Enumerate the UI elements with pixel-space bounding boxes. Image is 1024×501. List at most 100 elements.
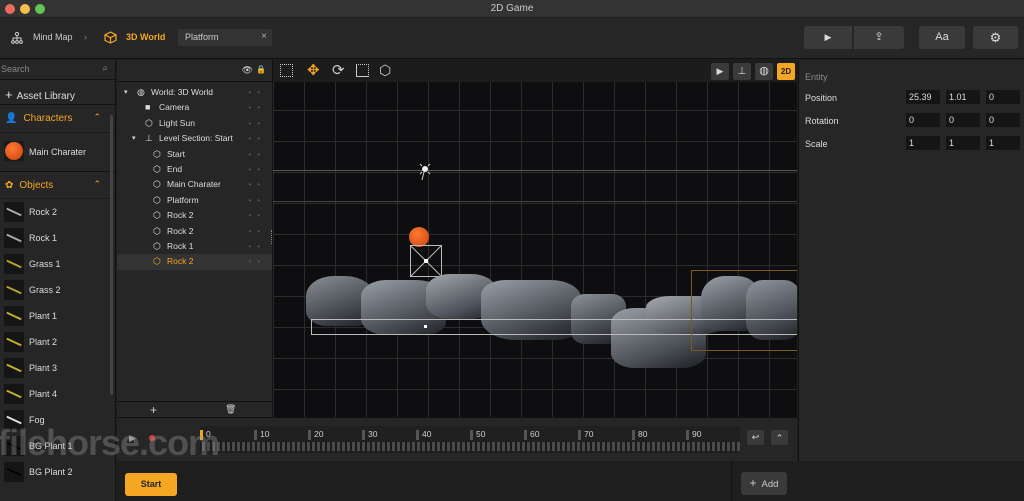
outliner-item[interactable]: ▾ ⊥ Level Section: Start •• [117, 131, 272, 146]
lock-icon[interactable]: 🔒 [256, 65, 266, 74]
panel-resize-handle[interactable] [271, 230, 273, 244]
select-tool-icon[interactable] [280, 64, 293, 77]
breadcrumb-mind-map[interactable]: Mind Map [33, 32, 73, 42]
chevron-up-icon[interactable]: ⌃ [93, 112, 101, 123]
play-button[interactable]: ▶ [804, 26, 852, 49]
outliner-item[interactable]: ⬡ Rock 2 •• [117, 208, 272, 223]
camera-view-button[interactable]: ▶ [711, 63, 729, 80]
asset-item[interactable]: Plant 4 [0, 381, 115, 407]
transform-tool-icon[interactable]: ⬡ [379, 62, 391, 79]
visibility-lock-toggles[interactable]: •• [248, 193, 266, 208]
objects-section-header[interactable]: ✿ Objects ⌃ [0, 171, 115, 199]
asset-item[interactable]: Rock 1 [0, 225, 115, 251]
sidebar-scrollbar[interactable] [110, 115, 113, 395]
outliner-item[interactable]: ⬡ Rock 1 •• [117, 239, 272, 254]
chevron-up-icon[interactable]: ⌃ [93, 179, 101, 190]
property-value-input[interactable]: 0 [986, 90, 1020, 104]
add-button[interactable]: + Add [741, 472, 787, 495]
entity-icon: ⬡ [153, 225, 161, 236]
start-button[interactable]: Start [125, 473, 177, 496]
asset-item[interactable]: Rock 2 [0, 199, 115, 225]
move-tool-icon[interactable]: ✥ [307, 61, 320, 79]
selected-rock-bounds[interactable] [691, 270, 797, 351]
asset-thumbnail [4, 384, 24, 404]
asset-library-button[interactable]: + Asset Library [0, 80, 115, 105]
rotate-tool-icon[interactable]: ⟳ [332, 61, 345, 79]
property-value-input[interactable]: 1 [986, 136, 1020, 150]
globe-view-button[interactable]: ◍ [755, 63, 773, 80]
asset-thumbnail [4, 332, 24, 352]
characters-section-header[interactable]: 👤 Characters ⌃ [0, 105, 115, 133]
expand-arrow-icon[interactable]: ▾ [124, 85, 128, 100]
search-field[interactable]: Search ⌕ [0, 60, 115, 80]
visibility-lock-toggles[interactable]: •• [248, 224, 266, 239]
breadcrumb-3d-world[interactable]: 3D World [126, 32, 165, 42]
outliner-label: Start [167, 148, 185, 159]
collapse-timeline-button[interactable]: ⌃ [771, 430, 788, 445]
visibility-lock-toggles[interactable]: •• [248, 208, 266, 223]
outliner-item[interactable]: ⬡ Start •• [117, 147, 272, 162]
open-tab-platform[interactable]: Platform × [178, 29, 272, 46]
visibility-lock-toggles[interactable]: •• [248, 100, 266, 115]
title-bar: 2D Game [0, 0, 1024, 18]
scene-viewport[interactable] [273, 82, 797, 417]
asset-item[interactable]: Plant 3 [0, 355, 115, 381]
outliner-item[interactable]: ▾ ◍ World: 3D World •• [117, 85, 272, 100]
outliner-item[interactable]: ⬡ Main Charater •• [117, 177, 272, 192]
outliner-item[interactable]: ⬡ Rock 2 •• [117, 224, 272, 239]
expand-arrow-icon[interactable]: ▾ [132, 131, 136, 146]
loop-button[interactable]: ↩ [747, 430, 764, 445]
visibility-lock-toggles[interactable]: •• [248, 254, 266, 269]
outliner-label: Rock 1 [167, 240, 194, 251]
property-value-input[interactable]: 1.01 [946, 90, 980, 104]
settings-button[interactable]: ⚙ [973, 26, 1018, 49]
property-value-input[interactable]: 1 [906, 136, 940, 150]
font-button[interactable]: Aa [919, 26, 965, 49]
axis-view-button[interactable]: ⊥ [733, 63, 751, 80]
asset-label: Grass 1 [29, 259, 61, 269]
visibility-lock-toggles[interactable]: •• [248, 162, 266, 177]
property-value-input[interactable]: 25.39 [906, 90, 940, 104]
property-value-input[interactable]: 0 [986, 113, 1020, 127]
outliner-item[interactable]: ⬡ End •• [117, 162, 272, 177]
tick-label: 80 [638, 429, 648, 439]
outliner-item[interactable]: ■ Camera •• [117, 100, 272, 115]
visibility-lock-toggles[interactable]: •• [248, 131, 266, 146]
asset-item[interactable]: Plant 2 [0, 329, 115, 355]
asset-item[interactable]: Plant 1 [0, 303, 115, 329]
2d-view-button[interactable]: 2D [777, 63, 795, 80]
visibility-lock-toggles[interactable]: •• [248, 85, 266, 100]
visibility-lock-toggles[interactable]: •• [248, 147, 266, 162]
search-input[interactable]: Search [1, 64, 30, 74]
outliner-label: Main Charater [167, 179, 221, 190]
delete-entity-button[interactable]: 🗑 [225, 404, 236, 415]
timeline-ruler[interactable]: 0 10 20 30 40 50 60 70 80 90 [200, 426, 740, 453]
property-value-input[interactable]: 0 [946, 113, 980, 127]
asset-main-charater[interactable]: Main Charater [0, 133, 115, 171]
outliner-item[interactable]: ⬡ Rock 2 •• [117, 254, 272, 270]
property-value-input[interactable]: 1 [946, 136, 980, 150]
tick-label: 60 [530, 429, 540, 439]
visibility-lock-toggles[interactable]: •• [248, 116, 266, 131]
outliner-label: Level Section: Start [159, 133, 233, 144]
tick-marker [254, 429, 257, 440]
gear-icon: ⚙ [989, 30, 1002, 45]
asset-item[interactable]: Grass 2 [0, 277, 115, 303]
add-entity-button[interactable]: + [150, 403, 157, 417]
light-sun-gizmo[interactable] [417, 162, 433, 182]
visibility-lock-toggles[interactable]: •• [248, 177, 266, 192]
outliner-item[interactable]: ⬡ Light Sun •• [117, 116, 272, 131]
entity-icon: ⬡ [153, 194, 161, 205]
visibility-lock-toggles[interactable]: •• [248, 239, 266, 254]
export-button[interactable]: ⇪ [854, 26, 904, 49]
scale-tool-icon[interactable] [356, 64, 369, 77]
asset-item[interactable]: Grass 1 [0, 251, 115, 277]
outliner-item[interactable]: ⬡ Platform •• [117, 193, 272, 208]
timeline-frames[interactable] [200, 442, 740, 451]
platform-pivot [424, 325, 427, 328]
close-tab-icon[interactable]: × [261, 31, 267, 42]
main-character-sphere[interactable] [409, 227, 429, 247]
visibility-eye-icon[interactable]: 👁 [242, 65, 253, 76]
property-value-input[interactable]: 0 [906, 113, 940, 127]
outliner-label: Platform [167, 194, 199, 205]
